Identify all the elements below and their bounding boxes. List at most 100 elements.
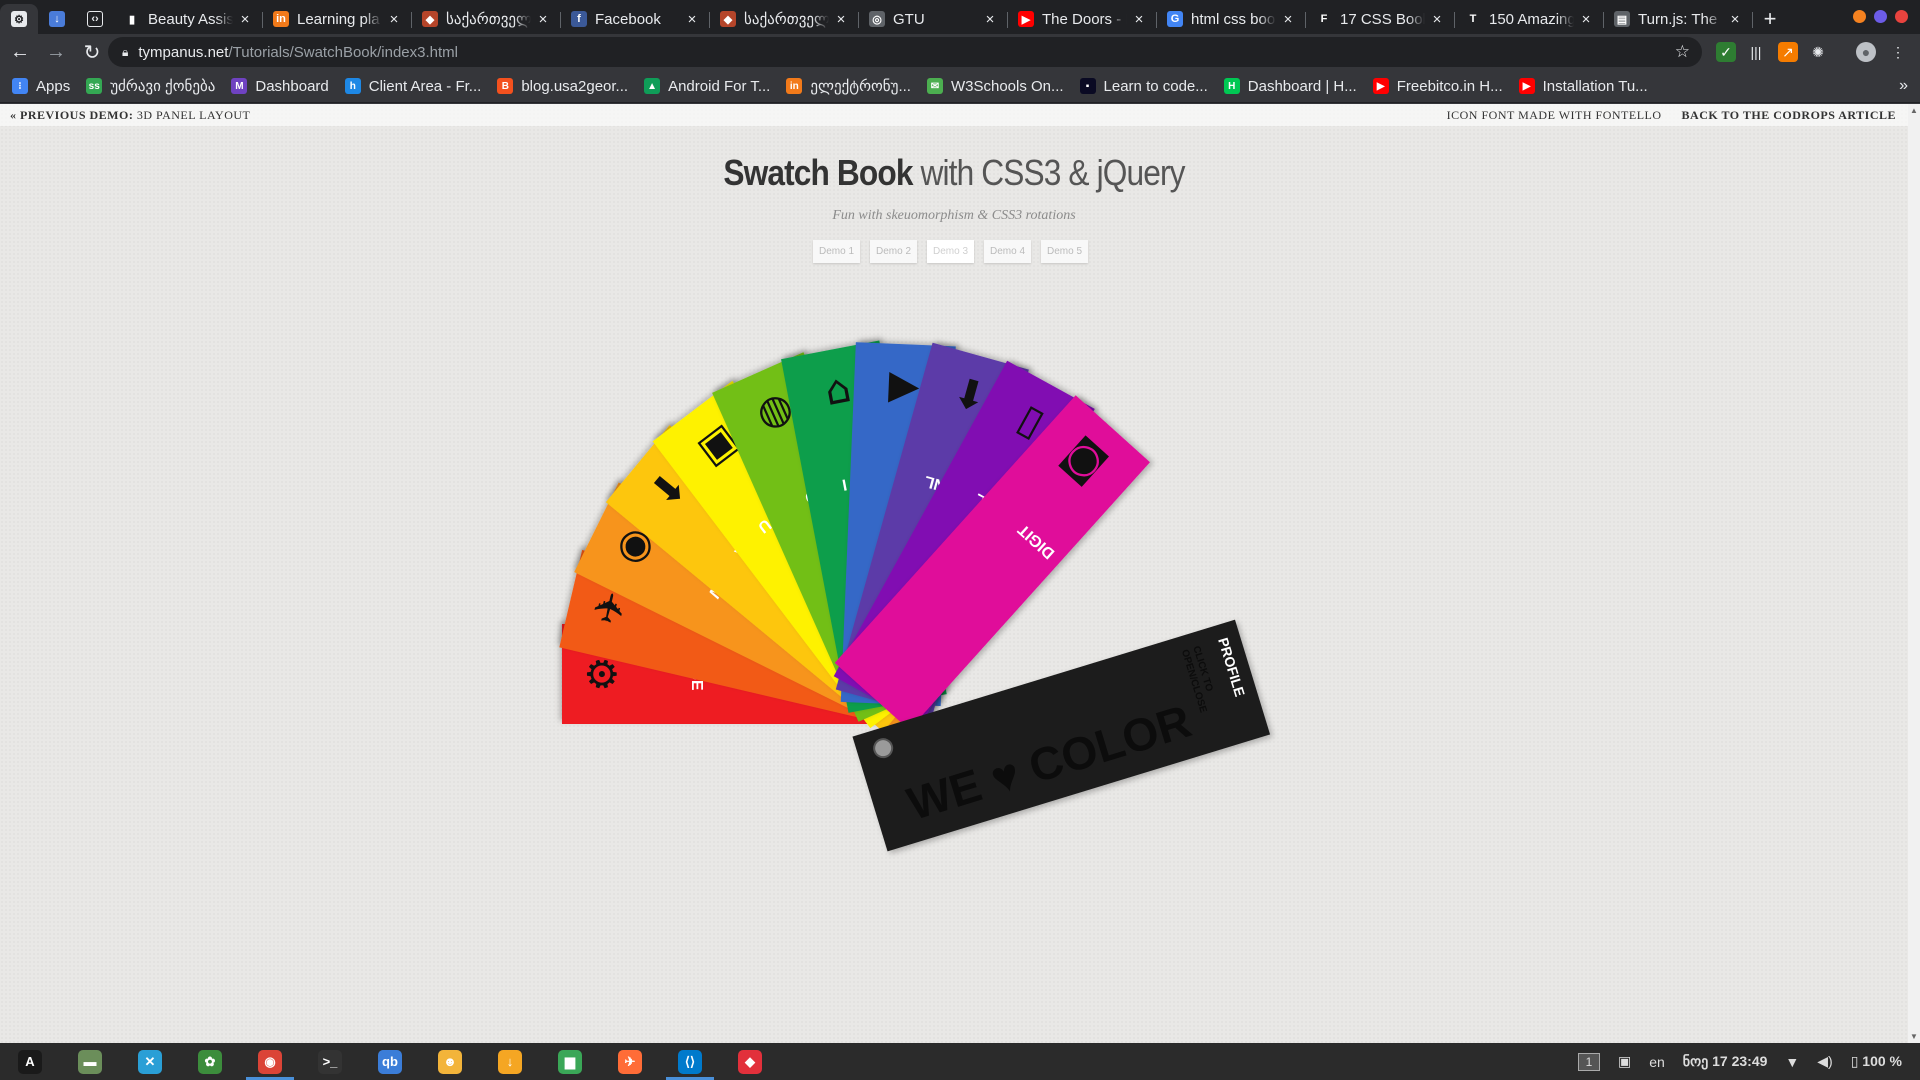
maximize-button[interactable] <box>1874 10 1887 23</box>
bookmark-label: Learn to code... <box>1103 77 1208 95</box>
taskbar-app-qbittorrent[interactable]: qb <box>360 1043 420 1080</box>
tabs-list: ▮ Beauty Assis × in Learning pla × ◆ საქართველ ×… <box>114 4 1753 34</box>
bookmark-item[interactable]: ▶ Installation Tu... <box>1518 77 1648 95</box>
tab[interactable]: T 150 Amazing × <box>1455 4 1604 34</box>
youtube-favicon: ▶ <box>1018 11 1034 27</box>
bookmark-item[interactable]: ⁝ Apps <box>12 77 70 95</box>
shield-favicon: ◆ <box>422 11 438 27</box>
facebook-favicon: f <box>571 11 587 27</box>
bookmark-item[interactable]: H Dashboard | H... <box>1223 77 1357 95</box>
tab[interactable]: ▶ The Doors - F × <box>1008 4 1157 34</box>
files-icon: ▬ <box>78 1049 102 1074</box>
close-tab-icon[interactable]: × <box>386 11 402 28</box>
forward-button[interactable]: → <box>40 36 72 68</box>
bookmark-item[interactable]: h Client Area - Fr... <box>344 77 482 95</box>
close-tab-icon[interactable]: × <box>1727 11 1743 28</box>
shield-extension-icon[interactable]: ✓ <box>1716 42 1736 62</box>
tab-title: Learning pla <box>297 10 380 28</box>
bookmark-item[interactable]: M Dashboard <box>231 77 329 95</box>
minimize-button[interactable] <box>1853 10 1866 23</box>
workspace-indicator[interactable]: 1 <box>1577 1052 1600 1071</box>
bars-extension-icon[interactable]: ||| <box>1746 42 1766 62</box>
menu-kebab-icon[interactable]: ⋮ <box>1888 42 1908 62</box>
pinned-tab-1[interactable]: ⚙ <box>0 4 38 34</box>
bookmark-item[interactable]: ss უძრავი ქონება <box>86 77 215 95</box>
globe-extension-icon[interactable]: ✺ <box>1808 42 1828 62</box>
bookmark-item[interactable]: ▶ Freebitco.in H... <box>1372 77 1503 95</box>
tab[interactable]: ◎ GTU × <box>859 4 1008 34</box>
bookmark-label: ელექტრონუ... <box>810 78 911 95</box>
taskbar-app-git[interactable]: ◆ <box>720 1043 780 1080</box>
tab[interactable]: F 17 CSS Book × <box>1306 4 1455 34</box>
page-scrollbar[interactable]: ▲ ▼ <box>1908 104 1920 1043</box>
battery-indicator[interactable]: ▯ 100 % <box>1851 1053 1902 1070</box>
taskbar-app-terminal[interactable]: >_ <box>300 1043 360 1080</box>
bug-icon: ✿ <box>198 1049 222 1074</box>
close-tab-icon[interactable]: × <box>833 11 849 28</box>
tab[interactable]: ◆ საქართველ × <box>412 4 561 34</box>
tab[interactable]: ▤ Turn.js: The × <box>1604 4 1753 34</box>
taskbar-app-mate[interactable]: ☻ <box>420 1043 480 1080</box>
bookmark-favicon-icon: ▲ <box>644 78 661 94</box>
taskbar-app-vscode[interactable]: ⟨⟩ <box>660 1043 720 1080</box>
bookmarks-more-button[interactable]: » <box>1899 77 1908 95</box>
keyboard-layout[interactable]: en <box>1649 1054 1665 1070</box>
close-tab-icon[interactable]: × <box>1578 11 1594 28</box>
bookmark-item[interactable]: in ელექტრონუ... <box>786 77 911 95</box>
bookmark-label: Apps <box>36 77 71 95</box>
taskbar-apps: A ▬ ✕ ✿ ◉ >_ qb ☻ ↓ ▆ ✈ ⟨⟩ ◆ <box>0 1043 780 1080</box>
bookmark-item[interactable]: ▪ Learn to code... <box>1079 77 1208 95</box>
taskbar-app-downloader[interactable]: ↓ <box>480 1043 540 1080</box>
back-button[interactable]: ← <box>4 36 36 68</box>
files2-icon: ▆ <box>558 1049 582 1074</box>
close-tab-icon[interactable]: × <box>982 11 998 28</box>
new-tab-button[interactable]: + <box>1753 4 1787 34</box>
lock-icon: 🔒︎ <box>122 44 129 59</box>
wifi-icon[interactable]: ▼ <box>1785 1054 1799 1070</box>
screenshot-icon[interactable]: ▣ <box>1618 1053 1631 1070</box>
code-icon: ‹› <box>87 11 103 27</box>
scroll-up-arrow-icon[interactable]: ▲ <box>1910 106 1918 115</box>
pinned-tab-2[interactable]: ↓ <box>38 4 76 34</box>
ext-icon: ↓ <box>49 11 65 27</box>
bookmark-item[interactable]: ▲ Android For T... <box>644 77 770 95</box>
scroll-down-arrow-icon[interactable]: ▼ <box>1910 1032 1918 1041</box>
taskbar-app-files[interactable]: ▬ <box>60 1043 120 1080</box>
close-tab-icon[interactable]: × <box>1280 11 1296 28</box>
profile-avatar-icon[interactable]: ● <box>1856 42 1876 62</box>
tab[interactable]: in Learning pla × <box>263 4 412 34</box>
clock[interactable]: ნოე 17 23:49 <box>1683 1053 1768 1070</box>
bookmark-item[interactable]: Bblog.usa2geor... <box>497 77 628 95</box>
tab[interactable]: f Facebook × <box>561 4 710 34</box>
swatch-book[interactable]: ALL SE⚙USER✈BROW◉INSTA⬇PRODU▣ALL O◍USER … <box>0 104 1908 1043</box>
chart-extension-icon[interactable]: ↗ <box>1778 42 1798 62</box>
reload-button[interactable]: ↻ <box>76 36 108 68</box>
bookmark-favicon-icon: ▪ <box>1079 78 1096 94</box>
taskbar-app-vpn[interactable]: ✕ <box>120 1043 180 1080</box>
tab[interactable]: Ghtml css boo × <box>1157 4 1306 34</box>
taskbar-app-bug[interactable]: ✿ <box>180 1043 240 1080</box>
volume-icon[interactable]: ◀) <box>1817 1053 1832 1070</box>
taskbar-app-chrome[interactable]: ◉ <box>240 1043 300 1080</box>
pinned-tab-3[interactable]: ‹› <box>76 4 114 34</box>
tab[interactable]: ◆ საქართველ × <box>710 4 859 34</box>
close-window-button[interactable] <box>1895 10 1908 23</box>
tab[interactable]: ▮ Beauty Assis × <box>114 4 263 34</box>
close-tab-icon[interactable]: × <box>1429 11 1445 28</box>
taskbar-app-postman[interactable]: ✈ <box>600 1043 660 1080</box>
taskbar-app-arch-launcher[interactable]: A <box>0 1043 60 1080</box>
bookmark-label: Client Area - Fr... <box>368 77 482 95</box>
address-bar[interactable]: 🔒︎ tympanus.net/Tutorials/SwatchBook/ind… <box>108 37 1702 67</box>
close-tab-icon[interactable]: × <box>684 11 700 28</box>
taskbar-app-files2[interactable]: ▆ <box>540 1043 600 1080</box>
tab-title: Beauty Assis <box>148 10 233 28</box>
bookmark-star-icon[interactable]: ☆ <box>1675 42 1690 62</box>
close-tab-icon[interactable]: × <box>1131 11 1147 28</box>
os-taskbar: A ▬ ✕ ✿ ◉ >_ qb ☻ ↓ ▆ ✈ ⟨⟩ ◆ 1 ▣ en ნოე 17 23:49 ▼ ◀… <box>0 1043 1920 1080</box>
tab-title: საქართველ <box>744 11 829 28</box>
close-tab-icon[interactable]: × <box>535 11 551 28</box>
vscode-icon: ⟨⟩ <box>678 1049 702 1074</box>
bookmark-item[interactable]: ✉ W3Schools On... <box>926 77 1064 95</box>
gear-icon: ⚙ <box>580 656 626 692</box>
close-tab-icon[interactable]: × <box>237 11 253 28</box>
